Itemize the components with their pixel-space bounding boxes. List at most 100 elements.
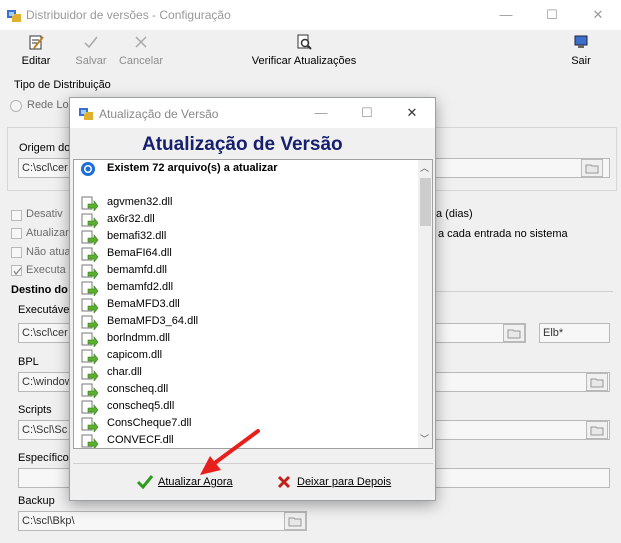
dialog-app-icon bbox=[78, 105, 94, 124]
count-text: Existem 72 arquivo(s) a atualizar bbox=[107, 162, 278, 174]
list-item[interactable]: bemamfd2.dll bbox=[78, 280, 418, 297]
dialog-title-bar: Atualização de Versão — ☐ ✕ bbox=[70, 98, 435, 128]
file-name: borlndmm.dll bbox=[107, 332, 170, 344]
dialog-title: Atualização de Versão bbox=[99, 107, 219, 121]
list-item[interactable]: conscheq.dll bbox=[78, 382, 418, 399]
file-name: agvmen32.dll bbox=[107, 196, 173, 208]
list-scrollbar[interactable]: ︿ ﹀ bbox=[418, 160, 432, 448]
check-icon bbox=[84, 36, 98, 49]
minimize-button[interactable]: — bbox=[483, 0, 529, 30]
file-update-icon bbox=[81, 315, 98, 330]
folder-icon bbox=[585, 164, 599, 174]
verificar-button[interactable]: Verificar Atualizações bbox=[250, 34, 358, 67]
checkmark-icon bbox=[13, 267, 22, 276]
list-item[interactable]: BemaFI64.dll bbox=[78, 246, 418, 263]
scroll-down-arrow[interactable]: ﹀ bbox=[420, 432, 429, 445]
tipo-group-label: Tipo de Distribuição bbox=[14, 79, 111, 91]
info-bubble-icon bbox=[81, 162, 95, 176]
extension-field[interactable]: Elb* bbox=[539, 323, 610, 343]
dias-text: a (dias) bbox=[436, 208, 473, 220]
origem-browse-button[interactable] bbox=[581, 159, 603, 177]
file-update-icon bbox=[81, 383, 98, 398]
file-name: BemaMFD3.dll bbox=[107, 298, 180, 310]
cancelar-label: Cancelar bbox=[118, 55, 164, 67]
file-list[interactable]: Existem 72 arquivo(s) a atualizar agvmen… bbox=[73, 159, 433, 449]
scripts-label: Scripts bbox=[18, 404, 52, 416]
close-button[interactable]: ✕ bbox=[575, 0, 621, 30]
green-check-icon bbox=[136, 475, 154, 490]
rede-local-label: Rede Loc bbox=[27, 99, 75, 111]
bpl-label: BPL bbox=[18, 356, 39, 368]
list-item[interactable]: borlndmm.dll bbox=[78, 331, 418, 348]
file-name: conscheq5.dll bbox=[107, 400, 175, 412]
file-name: ax6r32.dll bbox=[107, 213, 155, 225]
sair-button[interactable]: Sair bbox=[566, 34, 596, 67]
file-update-icon bbox=[81, 230, 98, 245]
atualizar-label: Atualizar bbox=[26, 227, 69, 239]
folder-icon bbox=[507, 329, 521, 339]
dialog-heading: Atualização de Versão bbox=[142, 134, 343, 155]
file-update-icon bbox=[81, 298, 98, 313]
file-name: BemaFI64.dll bbox=[107, 247, 172, 259]
dialog-close-button[interactable]: ✕ bbox=[389, 98, 435, 128]
executa-checkbox[interactable] bbox=[11, 265, 22, 276]
origem-label: Origem do bbox=[19, 142, 71, 154]
main-title-bar: Distribuidor de versões - Configuração —… bbox=[0, 0, 621, 30]
cancelar-button[interactable]: Cancelar bbox=[117, 34, 165, 67]
list-item[interactable]: conscheq5.dll bbox=[78, 399, 418, 416]
exit-icon bbox=[574, 35, 588, 48]
scripts-browse-button[interactable] bbox=[586, 421, 608, 439]
magnifier-doc-icon bbox=[297, 34, 312, 50]
nao-atua-label: Não atua bbox=[26, 246, 71, 258]
list-item[interactable]: ax6r32.dll bbox=[78, 212, 418, 229]
file-update-icon bbox=[81, 400, 98, 415]
dialog-maximize-button[interactable]: ☐ bbox=[344, 98, 390, 128]
dialog-minimize-button[interactable]: — bbox=[298, 98, 344, 128]
editar-label: Editar bbox=[21, 55, 51, 67]
list-item[interactable]: BemaMFD3_64.dll bbox=[78, 314, 418, 331]
file-update-icon bbox=[81, 264, 98, 279]
file-name: capicom.dll bbox=[107, 349, 163, 361]
nao-atua-checkbox[interactable] bbox=[11, 247, 22, 258]
rede-local-radio[interactable] bbox=[10, 100, 22, 112]
file-update-icon bbox=[81, 213, 98, 228]
folder-icon bbox=[288, 517, 302, 527]
sair-label: Sair bbox=[571, 55, 591, 67]
bpl-browse-button[interactable] bbox=[586, 373, 608, 391]
file-update-icon bbox=[81, 196, 98, 211]
cancel-icon bbox=[135, 36, 147, 48]
backup-field[interactable]: C:\scl\Bkp\ bbox=[18, 511, 307, 531]
file-name: CONVECF.dll bbox=[107, 434, 174, 446]
folder-icon bbox=[590, 426, 604, 436]
deixar-depois-button[interactable]: Deixar para Depois bbox=[276, 470, 396, 496]
file-update-icon bbox=[81, 366, 98, 381]
especifico-label: Específico bbox=[18, 452, 69, 464]
destino-group-label: Destino do bbox=[11, 284, 70, 296]
editar-button[interactable]: Editar bbox=[18, 34, 54, 67]
executavel-label: Executáve bbox=[18, 304, 70, 316]
list-item[interactable]: bemafi32.dll bbox=[78, 229, 418, 246]
edit-icon bbox=[29, 35, 44, 50]
backup-browse-button[interactable] bbox=[284, 512, 306, 530]
file-update-icon bbox=[81, 349, 98, 364]
scroll-thumb[interactable] bbox=[420, 178, 431, 226]
atualizar-checkbox[interactable] bbox=[11, 228, 22, 239]
app-icon bbox=[6, 7, 22, 23]
file-name: conscheq.dll bbox=[107, 383, 169, 395]
toolbar: Editar Salvar Cancelar Verificar Atualiz… bbox=[0, 30, 621, 74]
desativ-checkbox[interactable] bbox=[11, 210, 22, 221]
executa-label: Executa bbox=[26, 264, 66, 276]
list-item[interactable]: BemaMFD3.dll bbox=[78, 297, 418, 314]
salvar-button[interactable]: Salvar bbox=[72, 34, 110, 67]
file-update-icon bbox=[81, 281, 98, 296]
entrada-text: a cada entrada no sistema bbox=[438, 228, 568, 240]
executavel-browse-button[interactable] bbox=[503, 324, 525, 342]
list-item[interactable]: bemamfd.dll bbox=[78, 263, 418, 280]
folder-icon bbox=[590, 378, 604, 388]
deixar-depois-label: Deixar para Depois bbox=[297, 476, 392, 488]
scroll-up-arrow[interactable]: ︿ bbox=[420, 161, 429, 174]
list-item[interactable]: agvmen32.dll bbox=[78, 195, 418, 212]
maximize-button[interactable]: ☐ bbox=[529, 0, 575, 30]
list-item[interactable]: char.dll bbox=[78, 365, 418, 382]
list-item[interactable]: capicom.dll bbox=[78, 348, 418, 365]
